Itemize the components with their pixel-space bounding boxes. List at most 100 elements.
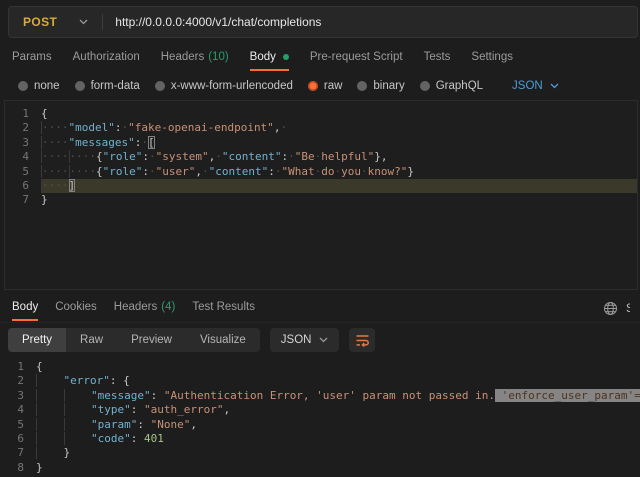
response-tab-cookies[interactable]: Cookies	[55, 296, 97, 321]
line-content: ········{"role":·"system",·"content":·"B…	[41, 150, 637, 164]
code-token: ·	[361, 165, 368, 178]
line-content: ····]	[41, 179, 637, 193]
code-token: {	[96, 165, 103, 178]
code-token: ·	[280, 121, 287, 134]
line-number: 3	[5, 136, 41, 150]
body-type-row: none form-data x-www-form-urlencoded raw bin…	[0, 75, 640, 97]
tab-pre-request-script[interactable]: Pre-request Script	[310, 46, 403, 71]
code-line: 6 "code": 401	[0, 432, 640, 446]
body-type-label: binary	[373, 80, 404, 92]
request-body-editor[interactable]: 1{2····"model":·"fake-openai-endpoint",·…	[4, 100, 638, 290]
radio-circle-icon	[308, 81, 318, 91]
response-tab-label: Headers	[114, 301, 157, 313]
code-line: 1{	[0, 360, 640, 374]
response-tab-body[interactable]: Body	[12, 296, 38, 321]
code-token: :	[131, 403, 144, 416]
indent-guide: ····	[41, 150, 69, 163]
code-token: ·	[202, 165, 209, 178]
body-type-label: raw	[324, 80, 343, 92]
body-type-radio-x-www-form-urlencoded[interactable]: x-www-form-urlencoded	[155, 80, 293, 92]
body-type-radio-form-data[interactable]: form-data	[75, 80, 140, 92]
line-content: "param": "None",	[36, 418, 640, 432]
code-token: },	[374, 150, 387, 163]
request-tabs: Params Authorization Headers(10) Body Pre-re…	[0, 46, 640, 72]
tab-label: Params	[12, 51, 52, 63]
tab-tests[interactable]: Tests	[424, 46, 451, 71]
view-pretty-button[interactable]: Pretty	[8, 328, 66, 352]
line-number: 1	[0, 360, 36, 374]
indent-guide	[64, 403, 92, 416]
code-token: "What	[281, 165, 314, 178]
method-select[interactable]: POST	[9, 15, 57, 29]
chevron-down-icon[interactable]	[79, 19, 88, 25]
code-token: {	[96, 150, 103, 163]
radio-circle-icon	[75, 81, 85, 91]
line-content: }	[36, 461, 640, 475]
response-format-select[interactable]: JSON	[270, 328, 340, 352]
line-number: 1	[5, 107, 41, 121]
url-input[interactable]: http://0.0.0.0:4000/v1/chat/completions	[115, 15, 321, 29]
code-token: ,	[195, 165, 202, 178]
chevron-down-icon	[319, 337, 328, 343]
indent-guide: ····	[69, 165, 97, 178]
selected-text: 'enforce_user_param'=True"	[495, 389, 640, 402]
chevron-down-icon	[550, 83, 559, 89]
code-token: [	[148, 136, 155, 149]
line-number: 7	[5, 193, 41, 207]
response-body-viewer[interactable]: 1{2 "error": {3 "message": "Authenticati…	[0, 356, 640, 477]
tab-count-badge: (10)	[208, 51, 228, 63]
body-type-radio-graphql[interactable]: GraphQL	[420, 80, 483, 92]
line-number: 3	[0, 389, 36, 403]
tab-authorization[interactable]: Authorization	[73, 46, 140, 71]
line-number: 8	[0, 461, 36, 475]
code-token: ·	[141, 136, 148, 149]
code-token: ·	[215, 150, 222, 163]
tab-params[interactable]: Params	[12, 46, 52, 71]
indent-guide	[36, 389, 64, 402]
word-wrap-button[interactable]	[349, 328, 375, 352]
line-number: 5	[5, 165, 41, 179]
response-tab-test-results[interactable]: Test Results	[192, 296, 255, 321]
code-token: do	[321, 165, 334, 178]
globe-icon[interactable]	[603, 301, 618, 316]
code-token: "system"	[156, 150, 209, 163]
view-raw-button[interactable]: Raw	[66, 328, 117, 352]
radio-circle-icon	[420, 81, 430, 91]
tab-headers[interactable]: Headers(10)	[161, 46, 229, 71]
indent-guide: ····	[69, 150, 97, 163]
body-type-radio-binary[interactable]: binary	[357, 80, 404, 92]
raw-format-select[interactable]: JSON	[512, 80, 559, 92]
body-type-radio-none[interactable]: none	[18, 80, 60, 92]
code-line: 4········{"role":·"system",·"content":·"…	[5, 150, 637, 164]
line-number: 7	[0, 446, 36, 460]
tab-settings[interactable]: Settings	[471, 46, 513, 71]
code-token: "code"	[91, 432, 131, 445]
tab-body[interactable]: Body	[250, 46, 289, 71]
response-tab-headers[interactable]: Headers(4)	[114, 296, 176, 321]
body-type-label: GraphQL	[436, 80, 483, 92]
code-token: {	[41, 107, 48, 120]
view-preview-button[interactable]: Preview	[117, 328, 186, 352]
code-line: 4 "type": "auth_error",	[0, 403, 640, 417]
code-token: "message"	[91, 389, 151, 402]
code-token: "model"	[69, 121, 115, 134]
body-type-label: form-data	[91, 80, 140, 92]
response-header-right: S	[603, 301, 630, 316]
code-token: }	[64, 446, 71, 459]
view-visualize-button[interactable]: Visualize	[186, 328, 260, 352]
indent-guide	[36, 432, 64, 445]
line-content: "code": 401	[36, 432, 640, 446]
indent-guide: ····	[41, 165, 69, 178]
body-type-radio-raw[interactable]: raw	[308, 80, 343, 92]
code-token: {	[36, 360, 43, 373]
code-token: ]	[69, 179, 76, 192]
line-content: "type": "auth_error",	[36, 403, 640, 417]
code-token: 401	[144, 432, 164, 445]
indent-guide: ····	[41, 136, 69, 149]
line-content: ····"messages":·[	[41, 136, 637, 150]
code-token: you	[341, 165, 361, 178]
body-type-label: none	[34, 80, 60, 92]
code-token: : {	[110, 374, 130, 387]
indent-guide	[64, 389, 92, 402]
code-token: ·	[149, 150, 156, 163]
